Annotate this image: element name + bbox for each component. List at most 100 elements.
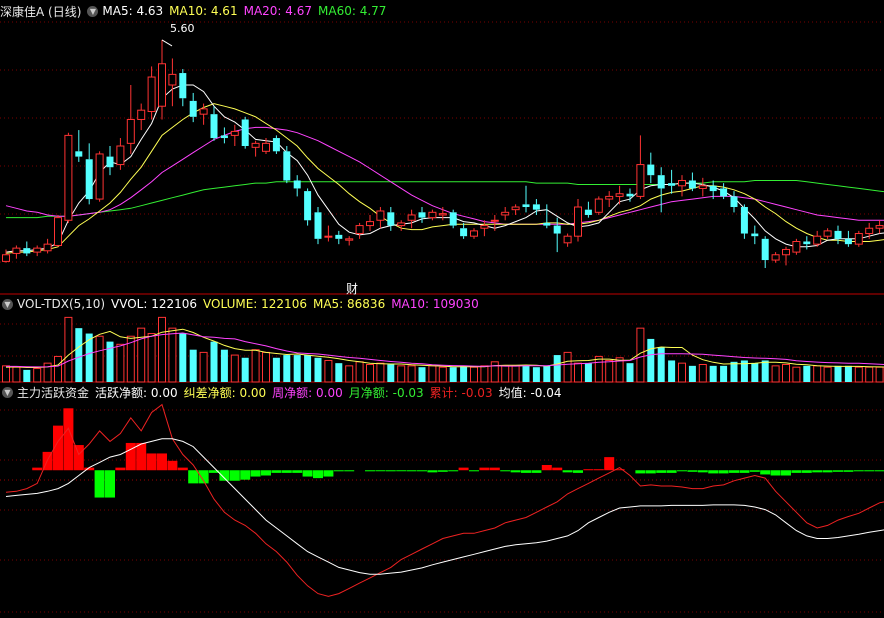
volume-bar: [761, 360, 769, 382]
volume-bar: [792, 366, 801, 383]
fund-bar: [188, 470, 199, 484]
volume-bar: [355, 361, 364, 383]
volume-bar: [594, 355, 603, 383]
ma-label-1: MA10: 4.61: [169, 4, 238, 18]
fund-bar: [229, 470, 240, 481]
candle-body: [522, 204, 530, 208]
candle-body: [823, 230, 832, 237]
candle-body: [293, 180, 301, 189]
event-marker-finance[interactable]: 财: [346, 280, 358, 297]
candle-body: [709, 185, 717, 192]
candle-body: [179, 73, 187, 99]
volume-bar: [137, 327, 146, 383]
fund-bar: [458, 467, 469, 471]
fund-label-1: 纠差净额: 0.00: [183, 385, 267, 400]
fund-bar: [489, 467, 500, 471]
fund-bar: [406, 470, 417, 472]
fund-bar: [333, 470, 344, 472]
volume-bar: [875, 366, 884, 383]
collapse-icon[interactable]: ▼: [2, 386, 13, 398]
fund-label-2: 周净额: 0.00: [272, 385, 343, 400]
candle-body: [147, 76, 156, 113]
volume-bar: [241, 357, 249, 382]
volume-bar: [522, 365, 530, 382]
fund-bar: [157, 453, 167, 471]
volume-bar: [647, 338, 655, 382]
fund-bar: [843, 470, 854, 472]
candle-body: [251, 142, 260, 148]
candle-body: [33, 247, 42, 253]
candle-body: [12, 247, 21, 254]
fund-bar: [313, 470, 323, 479]
candle-body: [262, 142, 270, 152]
fund-bar: [604, 457, 615, 471]
volume-bar: [543, 365, 551, 382]
volume-bar: [460, 365, 468, 382]
fund-bar: [729, 470, 739, 473]
fund-bar: [708, 470, 719, 474]
fund-bar: [656, 470, 667, 473]
fund-bar: [94, 470, 105, 498]
volume-bar: [480, 365, 489, 383]
fund-bar: [749, 470, 760, 472]
fund-bar: [448, 470, 459, 472]
candle-body: [199, 108, 208, 115]
candle-body: [761, 238, 769, 261]
fund-bar: [302, 470, 313, 477]
fund-bar: [292, 470, 303, 473]
volume-labels: VVOL: 122106 VOLUME: 122106 MA5: 86836 MA10…: [111, 297, 485, 311]
volume-bar: [158, 316, 166, 383]
candle-body: [574, 206, 582, 237]
fund-bar: [437, 470, 448, 472]
candle-body: [54, 217, 62, 246]
volume-bar: [698, 364, 707, 383]
volume-bar: [418, 367, 426, 382]
volume-bar: [345, 365, 354, 383]
volume-bar: [854, 366, 863, 383]
volume-bar: [553, 355, 561, 382]
ma-label-2: MA20: 4.67: [243, 4, 313, 18]
volume-bar: [230, 354, 239, 383]
fund-bar: [73, 445, 84, 471]
candle-body: [532, 204, 540, 210]
fund-bar: [510, 470, 521, 473]
collapse-icon[interactable]: ▼: [2, 298, 13, 310]
candle-body: [771, 254, 780, 261]
candle-body: [636, 164, 645, 197]
volume-bar: [782, 364, 790, 383]
volume-bar: [262, 351, 270, 383]
volume-header: ▼ VOL-TDX(5,10) VVOL: 122106 VOLUME: 1221…: [0, 296, 485, 312]
candle-body: [64, 134, 73, 221]
volume-bar: [75, 328, 83, 382]
volume-bar: [626, 363, 634, 382]
candle-body: [657, 175, 665, 189]
fund-bar: [365, 470, 375, 472]
volume-bar: [803, 365, 811, 382]
fund-bar: [874, 470, 884, 472]
volume-bar: [668, 360, 676, 382]
fund-bar: [219, 470, 230, 481]
candle-body: [792, 240, 801, 253]
fund-bar: [167, 460, 178, 471]
fund-bar: [479, 467, 490, 471]
candle-body: [210, 114, 218, 139]
candle-body: [720, 188, 728, 197]
volume-bar: [283, 355, 291, 382]
fund-label-3: 月净额: -0.03: [348, 385, 424, 400]
fund-bar: [677, 470, 687, 472]
candle-body: [865, 227, 874, 235]
volume-bar: [771, 365, 780, 383]
vol-label-2: MA5: 86836: [312, 297, 386, 311]
volume-bar: [366, 364, 374, 383]
volume-bar: [210, 341, 218, 382]
candle-body: [428, 211, 437, 219]
candle-body: [241, 119, 249, 146]
candle-body: [387, 212, 395, 226]
candle-body: [543, 222, 551, 226]
fund-bar: [521, 470, 531, 473]
fund-bar: [760, 470, 771, 475]
candle-body: [366, 221, 374, 227]
candle-body: [168, 73, 177, 86]
fund-bar: [864, 470, 875, 472]
collapse-icon[interactable]: ▼: [87, 5, 99, 17]
